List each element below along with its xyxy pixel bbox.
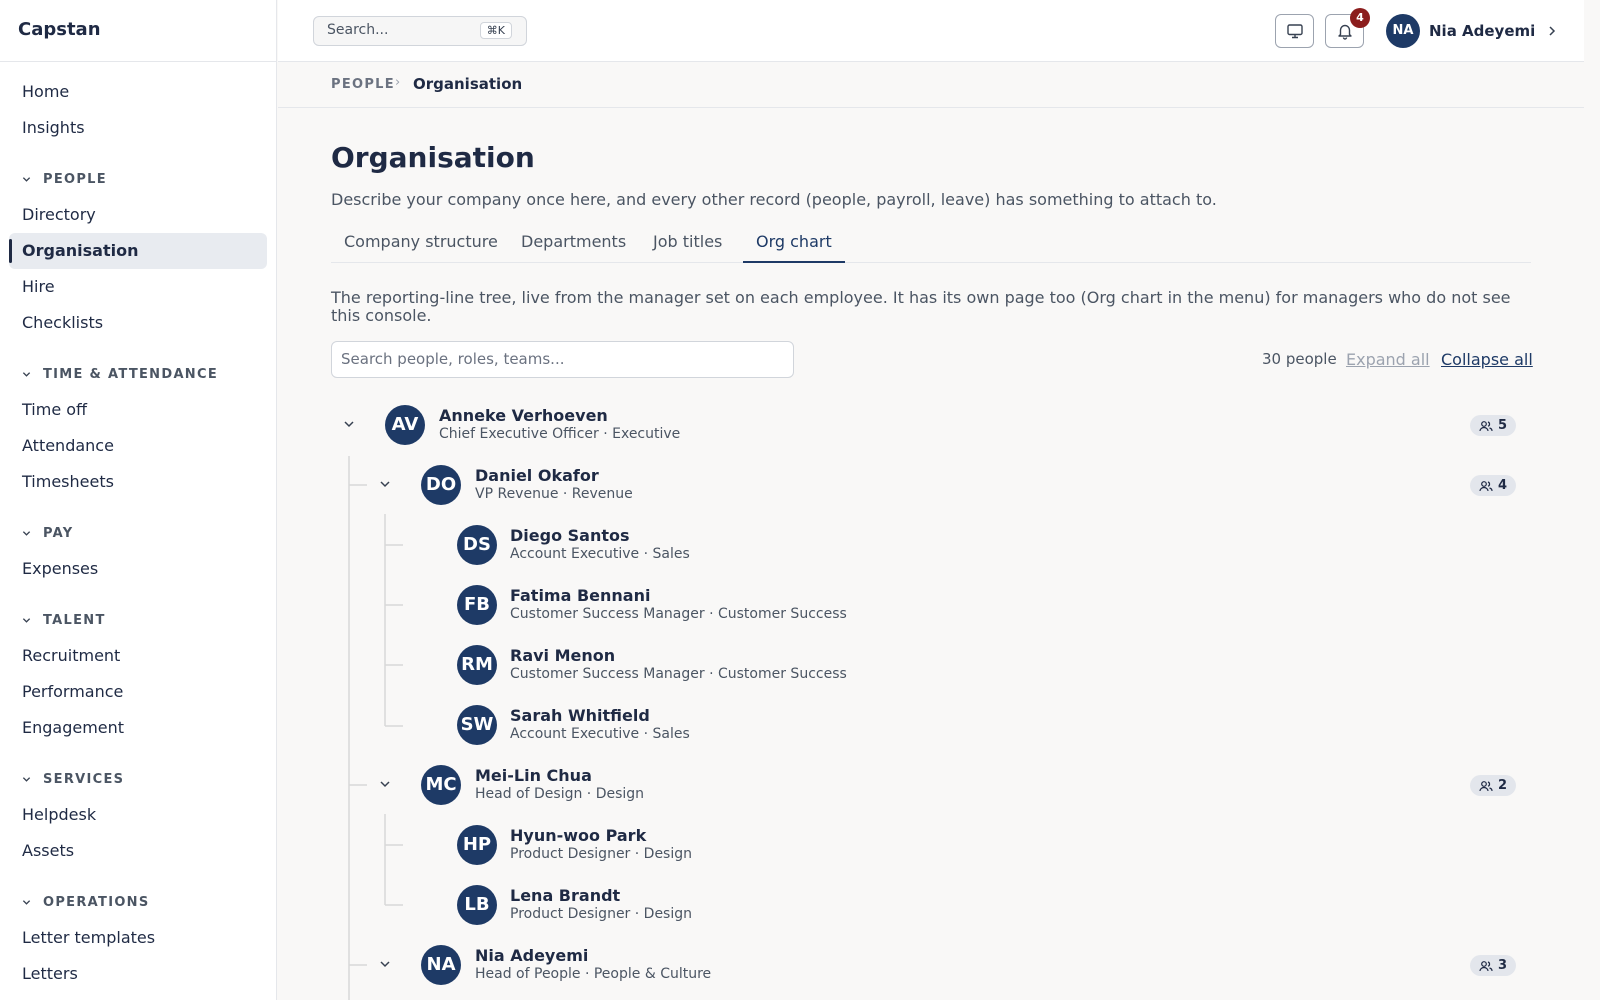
- people-icon: [1479, 960, 1493, 971]
- avatar: FB: [457, 585, 497, 625]
- avatar: MC: [421, 765, 461, 805]
- person-role: Product Designer · Design: [510, 846, 692, 862]
- reports-count-badge: 4: [1470, 475, 1516, 496]
- avatar: DO: [421, 465, 461, 505]
- reports-count-badge: 3: [1470, 955, 1516, 976]
- avatar: AV: [385, 405, 425, 445]
- avatar: DS: [457, 525, 497, 565]
- avatar: LB: [457, 885, 497, 925]
- person-role: VP Revenue · Revenue: [475, 486, 633, 502]
- chevron-down-icon: [380, 481, 390, 488]
- chevron-down-icon: [344, 421, 354, 428]
- person-role: Product Designer · Design: [510, 906, 692, 922]
- collapse-toggle[interactable]: [339, 414, 359, 434]
- person-role: Chief Executive Officer · Executive: [439, 426, 681, 442]
- person-name: Diego Santos: [510, 526, 630, 545]
- person-name: Ravi Menon: [510, 646, 616, 665]
- reports-count: 3: [1497, 958, 1508, 973]
- person-role: Head of People · People & Culture: [475, 966, 712, 982]
- person-name: Fatima Bennani: [510, 586, 651, 605]
- collapse-toggle[interactable]: [375, 774, 395, 794]
- reports-count: 5: [1497, 418, 1508, 433]
- reports-count-badge: 5: [1470, 415, 1516, 436]
- reports-count: 2: [1497, 778, 1508, 793]
- person-role: Head of Design · Design: [475, 786, 645, 802]
- person-role: Customer Success Manager · Customer Succ…: [510, 666, 847, 682]
- person-name: Hyun-woo Park: [510, 826, 647, 845]
- person-name: Sarah Whitfield: [510, 706, 650, 725]
- person-name: Mei-Lin Chua: [475, 766, 592, 785]
- avatar: NA: [421, 945, 461, 985]
- person-role: Customer Success Manager · Customer Succ…: [510, 606, 847, 622]
- tree-connectors: [348, 456, 403, 1000]
- chevron-down-icon: [380, 961, 390, 968]
- person-name: Daniel Okafor: [475, 466, 599, 485]
- chevron-down-icon: [380, 781, 390, 788]
- person-role: Account Executive · Sales: [510, 546, 690, 562]
- avatar: SW: [457, 705, 497, 745]
- collapse-toggle[interactable]: [375, 954, 395, 974]
- person-name: Lena Brandt: [510, 886, 621, 905]
- person-role: Account Executive · Sales: [510, 726, 690, 742]
- people-icon: [1479, 420, 1493, 431]
- people-icon: [1479, 780, 1493, 791]
- person-name: Nia Adeyemi: [475, 946, 589, 965]
- person-name: Anneke Verhoeven: [439, 406, 608, 425]
- collapse-toggle[interactable]: [375, 474, 395, 494]
- reports-count-badge: 2: [1470, 775, 1516, 796]
- people-icon: [1479, 480, 1493, 491]
- reports-count: 4: [1497, 478, 1508, 493]
- avatar: HP: [457, 825, 497, 865]
- avatar: RM: [457, 645, 497, 685]
